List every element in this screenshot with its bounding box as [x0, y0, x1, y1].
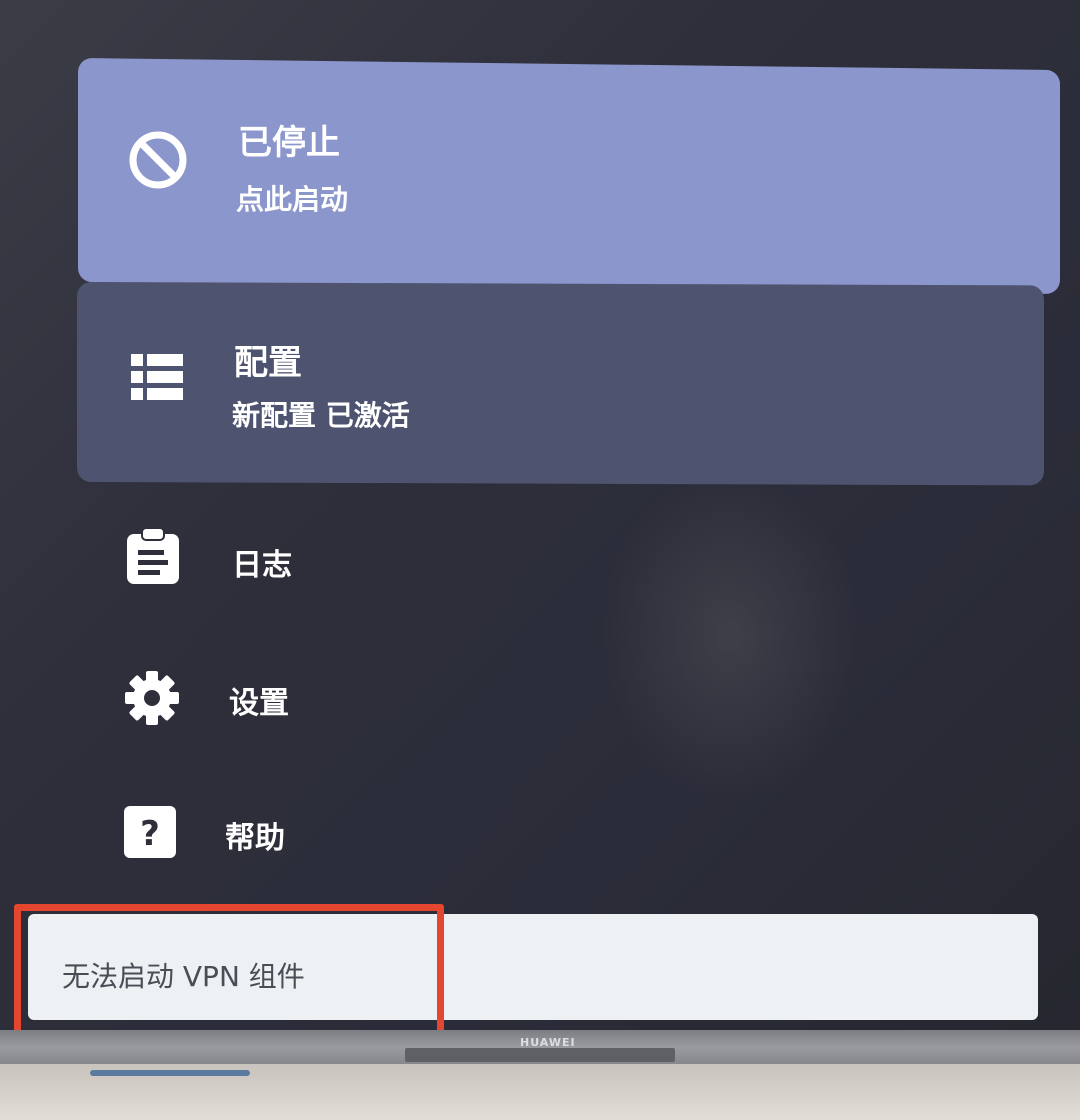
svg-text:?: ? [140, 814, 160, 854]
status-card[interactable] [78, 58, 1060, 294]
stop-icon [128, 130, 188, 194]
cable [90, 1070, 250, 1076]
menu-item-settings-label: 设置 [229, 686, 289, 721]
config-card[interactable] [77, 282, 1044, 486]
menu-item-log-label: 日志 [232, 548, 292, 583]
error-highlight-box [14, 904, 444, 1044]
help-icon: ? [124, 806, 176, 862]
tv-stand [405, 1048, 675, 1062]
gear-icon [122, 668, 182, 732]
menu-item-help-label: 帮助 [225, 821, 285, 856]
status-subtitle: 点此启动 [236, 183, 349, 216]
status-title: 已停止 [238, 123, 340, 163]
clipboard-icon [126, 527, 180, 588]
config-subtitle: 新配置 已激活 [232, 399, 410, 432]
config-title: 配置 [234, 343, 302, 383]
list-icon [131, 354, 183, 404]
